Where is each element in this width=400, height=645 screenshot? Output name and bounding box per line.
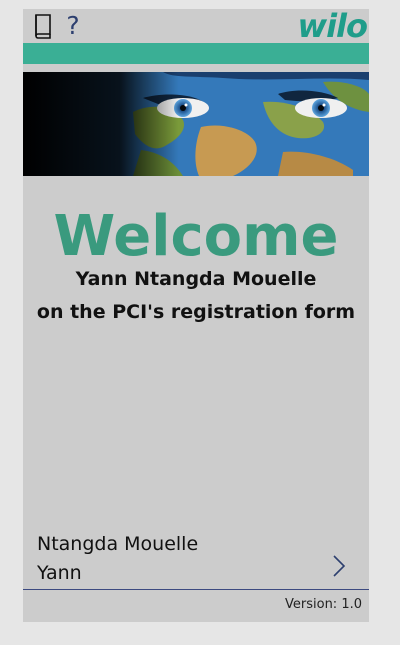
book-icon <box>35 14 51 39</box>
book-button[interactable] <box>31 12 55 40</box>
chevron-right-icon[interactable] <box>328 553 350 579</box>
help-button[interactable]: ? <box>61 12 85 40</box>
world-face-illustration <box>23 72 369 176</box>
footer-divider <box>23 589 369 590</box>
user-last-name: Ntangda Mouelle <box>37 533 199 555</box>
accent-band <box>23 43 369 64</box>
wilo-logo: wilo <box>297 9 368 45</box>
hero-banner-image <box>23 72 369 176</box>
user-profile-card[interactable]: Ntangda Mouelle Yann <box>23 529 369 589</box>
welcome-subtitle: on the PCI's registration form <box>36 301 356 323</box>
welcome-title: Welcome <box>53 204 339 269</box>
logo-text: wilo <box>297 9 368 45</box>
app-screen: ? wilo Welcome Yann Ntangda Mouelle on t… <box>23 9 369 622</box>
welcome-user-name: Yann Ntangda Mouelle <box>75 268 317 290</box>
user-first-name: Yann <box>37 562 82 584</box>
top-bar: ? wilo <box>23 9 369 45</box>
help-icon: ? <box>66 11 80 40</box>
version-label: Version: 1.0 <box>285 597 362 612</box>
